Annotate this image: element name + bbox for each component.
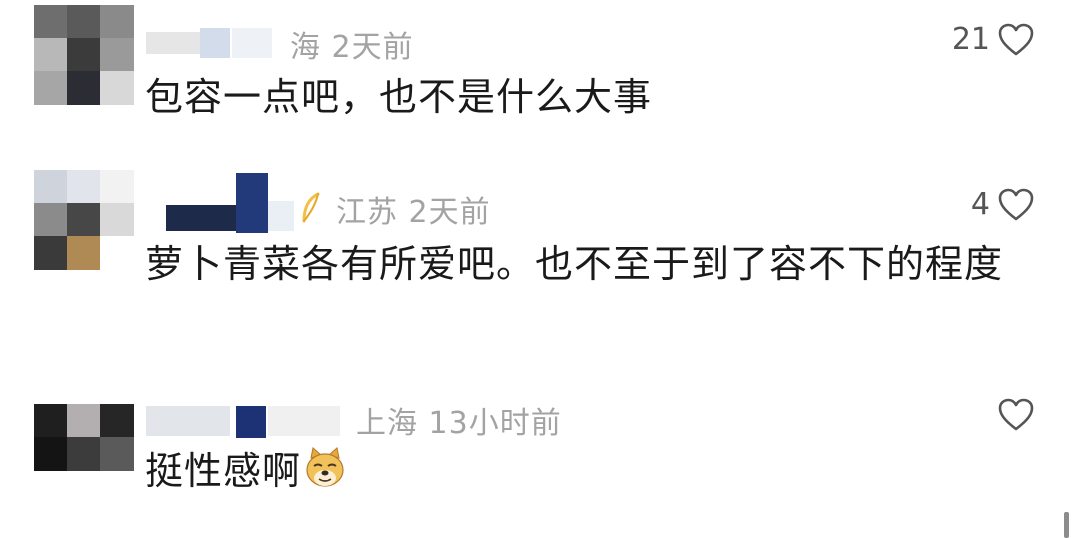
heart-outline-icon [998, 398, 1034, 432]
comment-location-time: 上海 13小时前 [356, 406, 562, 441]
avatar[interactable] [34, 5, 134, 105]
username-redacted[interactable] [146, 32, 206, 54]
comment-location-time: 江苏 2天前 [336, 195, 491, 230]
username-redacted[interactable] [232, 28, 272, 58]
comment-item: 上海 13小时前 挺性感啊 [0, 392, 1080, 522]
comment-item: 江苏 2天前 4 萝卜青菜各有所爱吧。也不至于到了容不下的程度 [0, 165, 1080, 365]
username-redacted[interactable] [146, 406, 230, 436]
avatar[interactable] [34, 170, 134, 270]
like-count: 4 [970, 187, 990, 222]
username-redacted[interactable] [268, 406, 340, 436]
heart-outline-icon [998, 23, 1034, 57]
doge-emoji-icon [303, 446, 347, 506]
feather-badge-icon [298, 191, 324, 225]
comment-text: 萝卜青菜各有所爱吧。也不至于到了容不下的程度 [145, 242, 1004, 286]
username-redacted[interactable] [268, 201, 294, 231]
username-redacted[interactable] [200, 28, 230, 58]
comment-text: 包容一点吧，也不是什么大事 [145, 75, 653, 119]
like-count: 21 [951, 22, 990, 57]
like-button[interactable]: 4 [971, 187, 1034, 222]
avatar[interactable] [34, 404, 134, 474]
comment-text-row: 挺性感啊 [145, 442, 1045, 506]
comment-list: 海 2天前 21 包容一点吧，也不是什么大事 江苏 2天前 4 萝卜青菜各有所爱… [0, 0, 1080, 538]
scrollbar[interactable] [1064, 512, 1069, 538]
username-redacted[interactable] [236, 406, 266, 438]
heart-outline-icon [998, 188, 1034, 222]
username-redacted[interactable] [166, 205, 236, 231]
comment-text: 挺性感啊 [145, 449, 302, 493]
comment-item: 海 2天前 21 包容一点吧，也不是什么大事 [0, 0, 1080, 150]
comment-location-time: 海 2天前 [290, 30, 414, 65]
like-button[interactable]: 21 [952, 22, 1034, 57]
like-button[interactable] [990, 398, 1034, 432]
username-redacted[interactable] [236, 173, 268, 233]
